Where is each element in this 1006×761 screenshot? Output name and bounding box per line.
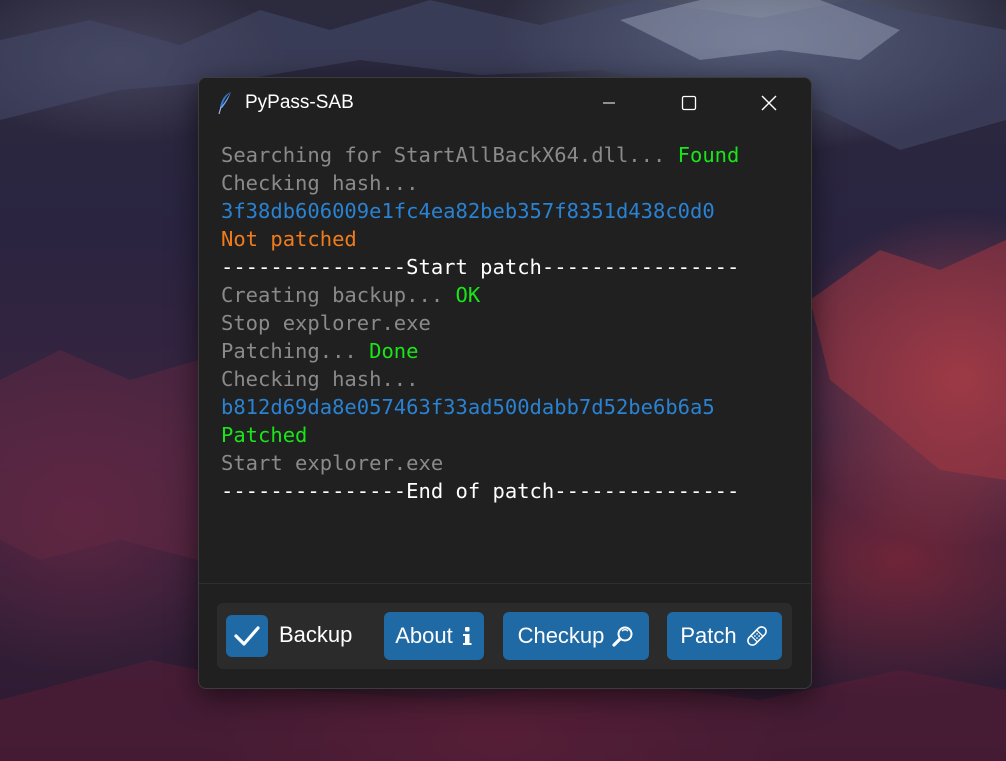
- bandage-icon: [746, 626, 767, 646]
- log-segment: Stop explorer.exe: [221, 311, 431, 335]
- patch-button[interactable]: Patch: [667, 612, 782, 660]
- backup-label[interactable]: Backup: [279, 622, 352, 648]
- log-line: ---------------End of patch-------------…: [221, 477, 791, 505]
- maximize-icon: [681, 95, 697, 111]
- log-segment: OK: [455, 283, 481, 307]
- log-segment: Searching for StartAllBackX64.dll...: [221, 143, 678, 167]
- toolbar: Backup About Checkup Patch: [217, 603, 792, 669]
- patch-label: Patch: [680, 623, 737, 648]
- log-segment: ---------------End of patch-------------…: [221, 479, 740, 503]
- log-line: Patching... Done: [221, 337, 791, 365]
- log-segment: Done: [369, 339, 419, 363]
- close-icon: [761, 95, 777, 111]
- log-segment: Start explorer.exe: [221, 451, 444, 475]
- feather-icon: [217, 91, 235, 115]
- window-title: PyPass-SAB: [245, 92, 354, 113]
- log-segment: Patched: [221, 423, 308, 447]
- log-segment: Patching...: [221, 339, 370, 363]
- app-window: PyPass-SAB Searching for StartAllBackX64…: [198, 77, 812, 689]
- title-bar[interactable]: PyPass-SAB: [199, 78, 811, 130]
- log-line: Start explorer.exe: [221, 449, 791, 477]
- log-segment: ---------------Start patch--------------…: [221, 255, 740, 279]
- log-segment: b812d69da8e057463f33ad500dabb7d52be6b6a5: [221, 395, 715, 419]
- log-line: 3f38db606009e1fc4ea82beb357f8351d438c0d0: [221, 197, 791, 225]
- log-line: Patched: [221, 421, 791, 449]
- log-segment: 3f38db606009e1fc4ea82beb357f8351d438c0d0: [221, 199, 715, 223]
- log-line: Checking hash...: [221, 169, 791, 197]
- backup-checkbox[interactable]: [226, 615, 268, 657]
- log-segment: Checking hash...: [221, 367, 419, 391]
- log-output[interactable]: Searching for StartAllBackX64.dll... Fou…: [221, 141, 791, 505]
- close-button[interactable]: [729, 78, 809, 128]
- log-line: Checking hash...: [221, 365, 791, 393]
- magnifier-icon: [612, 626, 633, 647]
- log-line: Searching for StartAllBackX64.dll... Fou…: [221, 141, 791, 169]
- log-segment: Not patched: [221, 227, 357, 251]
- minimize-icon: [603, 102, 615, 104]
- log-segment: Checking hash...: [221, 171, 419, 195]
- minimize-button[interactable]: [569, 78, 649, 128]
- about-button[interactable]: About: [384, 612, 484, 660]
- checkup-button[interactable]: Checkup: [503, 612, 649, 660]
- log-line: Not patched: [221, 225, 791, 253]
- log-line: Stop explorer.exe: [221, 309, 791, 337]
- log-segment: Found: [677, 143, 740, 167]
- maximize-button[interactable]: [649, 78, 729, 128]
- log-line: b812d69da8e057463f33ad500dabb7d52be6b6a5: [221, 393, 791, 421]
- desktop-wallpaper: PyPass-SAB Searching for StartAllBackX64…: [0, 0, 1006, 761]
- checkmark-icon: [234, 626, 260, 646]
- checkup-label: Checkup: [517, 623, 605, 648]
- about-label: About: [395, 623, 453, 648]
- log-line: Creating backup... OK: [221, 281, 791, 309]
- info-icon: [462, 627, 472, 645]
- log-segment: Creating backup...: [221, 283, 456, 307]
- log-line: ---------------Start patch--------------…: [221, 253, 791, 281]
- divider: [199, 583, 811, 584]
